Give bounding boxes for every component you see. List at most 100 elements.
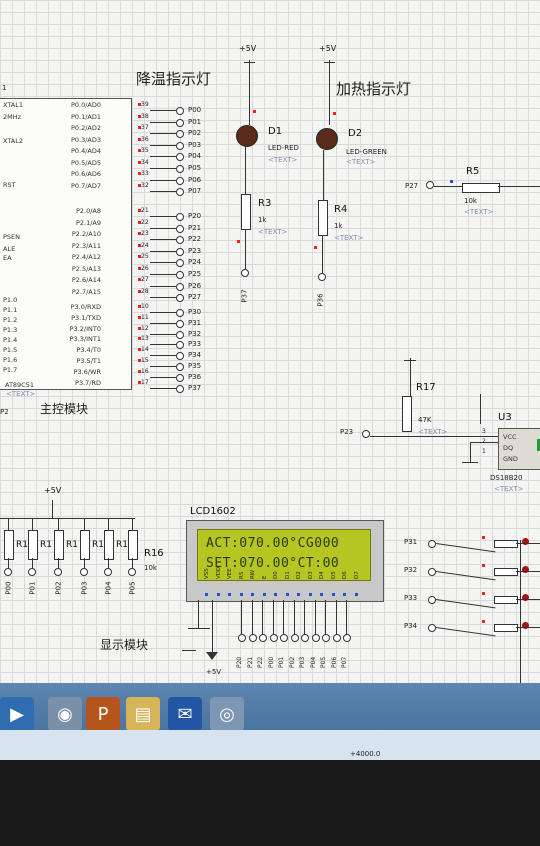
p2_labels-net-label: P25 bbox=[188, 270, 202, 278]
r5-terminal[interactable] bbox=[426, 181, 434, 189]
r4-terminal[interactable] bbox=[318, 273, 326, 281]
mcu-left-pin: P1.1 bbox=[3, 306, 18, 314]
power-arrow-icon bbox=[206, 652, 218, 660]
push-button[interactable] bbox=[494, 540, 518, 548]
p2_labels-terminal[interactable] bbox=[176, 247, 184, 256]
p0-pin-marker bbox=[138, 183, 141, 187]
lcd-pin-marker bbox=[239, 593, 243, 596]
p2_labels-terminal[interactable] bbox=[176, 271, 184, 279]
p2_labels-net-label: P22 bbox=[188, 235, 202, 244]
lcd-pin-marker bbox=[262, 593, 266, 596]
button-terminal[interactable] bbox=[428, 624, 436, 632]
p3_labels-terminal[interactable] bbox=[176, 330, 184, 339]
r4-name: R4 bbox=[334, 204, 348, 215]
bank-resistor[interactable] bbox=[104, 530, 114, 560]
p3_labels-terminal[interactable] bbox=[176, 363, 184, 371]
p2-pin-marker bbox=[138, 266, 141, 270]
bank-net-label: P01 bbox=[28, 581, 37, 595]
p3_labels-terminal[interactable] bbox=[176, 319, 184, 328]
bank-resistor[interactable] bbox=[128, 530, 138, 560]
p2-pin: P2.4/A12 bbox=[71, 253, 101, 261]
app-icon[interactable]: ◎ bbox=[210, 697, 244, 731]
lcd-net-terminal[interactable] bbox=[343, 634, 351, 642]
p2_labels-terminal[interactable] bbox=[176, 224, 184, 233]
p2-pin: P2.6/A14 bbox=[71, 276, 101, 284]
led-d1[interactable] bbox=[236, 125, 258, 147]
r17-net: P23 bbox=[340, 428, 354, 436]
p0_labels-terminal[interactable] bbox=[176, 107, 184, 115]
bank-terminal[interactable] bbox=[104, 568, 112, 576]
resistor-r5[interactable] bbox=[462, 183, 500, 193]
lcd1602-display[interactable]: ACT:070.00°CG000 SET:070.00°CT:00 VSS VDD… bbox=[186, 520, 384, 602]
p3_labels-terminal[interactable] bbox=[176, 373, 184, 382]
resistor-r17[interactable] bbox=[402, 396, 412, 432]
status-bar: +4000.0 bbox=[0, 730, 540, 760]
p2_labels-terminal[interactable] bbox=[176, 282, 184, 291]
lcd-net-terminal[interactable] bbox=[259, 634, 267, 642]
bank-terminal[interactable] bbox=[80, 568, 88, 576]
chrome-icon[interactable]: ◉ bbox=[48, 697, 82, 731]
p2_labels-net-label: P27 bbox=[188, 293, 202, 302]
schematic-canvas[interactable]: 降温指示灯 加热指示灯 主控模块 显示模块 1 XTAL1 2MHz XTAL2 RS… bbox=[0, 0, 540, 760]
p0-pin-num: 34 bbox=[141, 158, 149, 166]
bank-terminal[interactable] bbox=[54, 568, 62, 576]
bank-resistor[interactable] bbox=[28, 530, 38, 560]
p3-pin: P3.3/INT1 bbox=[69, 335, 101, 344]
p2_labels-terminal[interactable] bbox=[176, 236, 184, 245]
mcu-chip[interactable]: XTAL1 2MHz XTAL2 RST PSEN ALE EA P1.0 P1.1 P1.2 P1… bbox=[0, 98, 149, 390]
p0_labels-terminal[interactable] bbox=[176, 165, 184, 173]
lcd-net-terminal[interactable] bbox=[269, 634, 278, 642]
bank-resistor[interactable] bbox=[80, 530, 90, 560]
powerpoint-icon[interactable]: P bbox=[86, 697, 120, 731]
bank-terminal[interactable] bbox=[28, 568, 36, 576]
p0_labels-terminal[interactable] bbox=[176, 130, 184, 139]
button-terminal[interactable] bbox=[428, 540, 436, 548]
p3_labels-net-label: P30 bbox=[188, 308, 202, 316]
ds18b20-sensor[interactable]: VCC DQ GND bbox=[498, 428, 540, 470]
p0_labels-terminal[interactable] bbox=[176, 176, 184, 185]
p3_labels-terminal[interactable] bbox=[176, 341, 184, 350]
bank-resistor[interactable] bbox=[54, 530, 64, 560]
lcd-pin-label: VDD bbox=[215, 566, 222, 579]
r17-terminal[interactable] bbox=[362, 430, 370, 438]
p2_labels-terminal[interactable] bbox=[176, 213, 184, 221]
push-button[interactable] bbox=[494, 596, 518, 604]
p3_labels-terminal[interactable] bbox=[176, 352, 184, 361]
lcd-net-terminal[interactable] bbox=[322, 634, 330, 642]
lcd-net-terminal[interactable] bbox=[311, 634, 320, 642]
p3_labels-terminal[interactable] bbox=[176, 384, 184, 393]
resistor-r4[interactable] bbox=[318, 200, 328, 236]
p0_labels-terminal[interactable] bbox=[176, 153, 184, 162]
push-button[interactable] bbox=[494, 568, 518, 576]
lcd-net-terminal[interactable] bbox=[332, 634, 341, 642]
start-button[interactable]: ▶ bbox=[0, 697, 34, 731]
button-terminal[interactable] bbox=[428, 568, 436, 576]
lcd-net-label: P04 bbox=[309, 656, 317, 668]
p0_labels-terminal[interactable] bbox=[176, 118, 184, 127]
bank-terminal[interactable] bbox=[4, 568, 12, 576]
p0_labels-terminal[interactable] bbox=[176, 141, 184, 150]
mcu-left-pin: RST bbox=[3, 181, 16, 189]
lcd-net-terminal[interactable] bbox=[290, 634, 299, 642]
bank-net-label: P00 bbox=[4, 581, 13, 595]
p0_labels-terminal[interactable] bbox=[176, 188, 184, 197]
r17-text: <TEXT> bbox=[418, 428, 448, 436]
r3-terminal[interactable] bbox=[241, 269, 249, 277]
isis-icon[interactable]: ✉ bbox=[168, 697, 202, 731]
folder-icon[interactable]: ▤ bbox=[126, 697, 160, 731]
lcd-net-terminal[interactable] bbox=[248, 634, 257, 642]
led-d2[interactable] bbox=[316, 128, 338, 150]
p3-pin: P3.6/WR bbox=[73, 367, 101, 376]
resistor-r3[interactable] bbox=[241, 194, 251, 230]
lcd-net-terminal[interactable] bbox=[280, 634, 288, 642]
p2_labels-terminal[interactable] bbox=[176, 294, 184, 303]
lcd-net-terminal[interactable] bbox=[301, 634, 309, 642]
lcd-net-terminal[interactable] bbox=[238, 634, 246, 642]
p0-pin-marker bbox=[138, 172, 141, 175]
p2_labels-terminal[interactable] bbox=[176, 259, 184, 268]
bank-terminal[interactable] bbox=[128, 568, 136, 576]
push-button[interactable] bbox=[494, 624, 518, 632]
bank-resistor[interactable] bbox=[4, 530, 14, 560]
p3_labels-terminal[interactable] bbox=[176, 309, 184, 317]
button-terminal[interactable] bbox=[428, 596, 436, 604]
